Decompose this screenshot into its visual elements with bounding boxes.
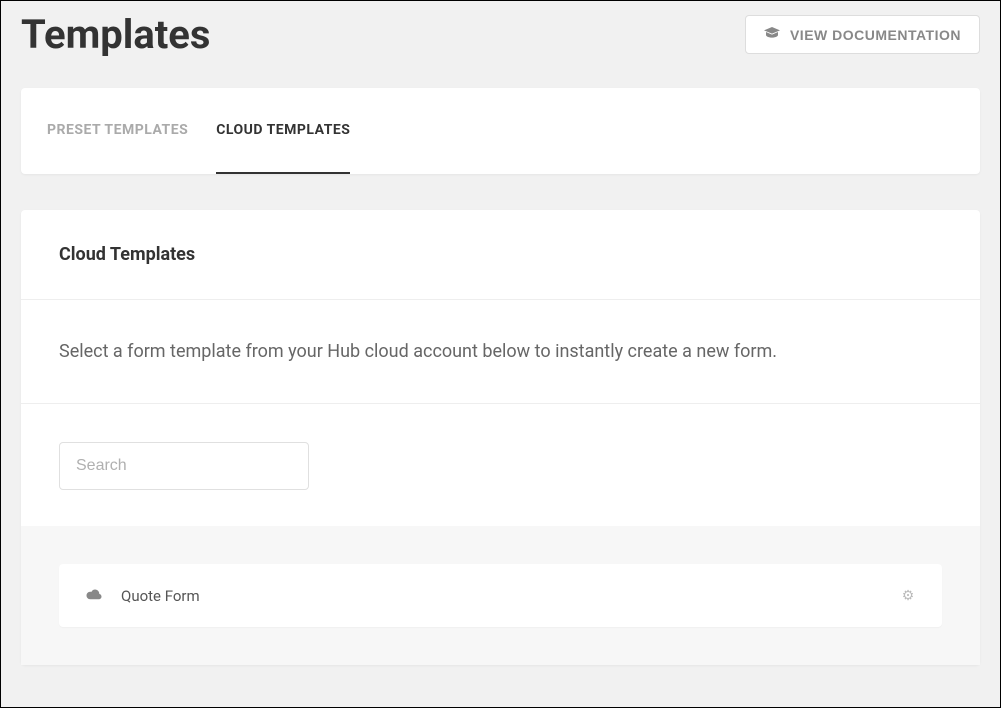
view-documentation-label: VIEW DOCUMENTATION (790, 27, 961, 43)
section-description: Select a form template from your Hub clo… (21, 300, 980, 404)
search-input[interactable] (59, 442, 309, 490)
tabs-container: PRESET TEMPLATES CLOUD TEMPLATES (21, 88, 980, 174)
cloud-icon (85, 586, 103, 605)
template-list: Quote Form ⚙ (21, 526, 980, 665)
template-name: Quote Form (121, 587, 882, 605)
tab-preset-templates[interactable]: PRESET TEMPLATES (47, 88, 188, 174)
tab-cloud-templates[interactable]: CLOUD TEMPLATES (216, 88, 350, 174)
graduation-cap-icon (764, 26, 780, 43)
section-title: Cloud Templates (59, 244, 942, 265)
view-documentation-button[interactable]: VIEW DOCUMENTATION (745, 15, 980, 54)
template-row[interactable]: Quote Form ⚙ (59, 564, 942, 627)
gear-icon[interactable]: ⚙ (900, 588, 916, 604)
cloud-templates-section: Cloud Templates Select a form template f… (21, 210, 980, 665)
page-title: Templates (21, 11, 210, 58)
